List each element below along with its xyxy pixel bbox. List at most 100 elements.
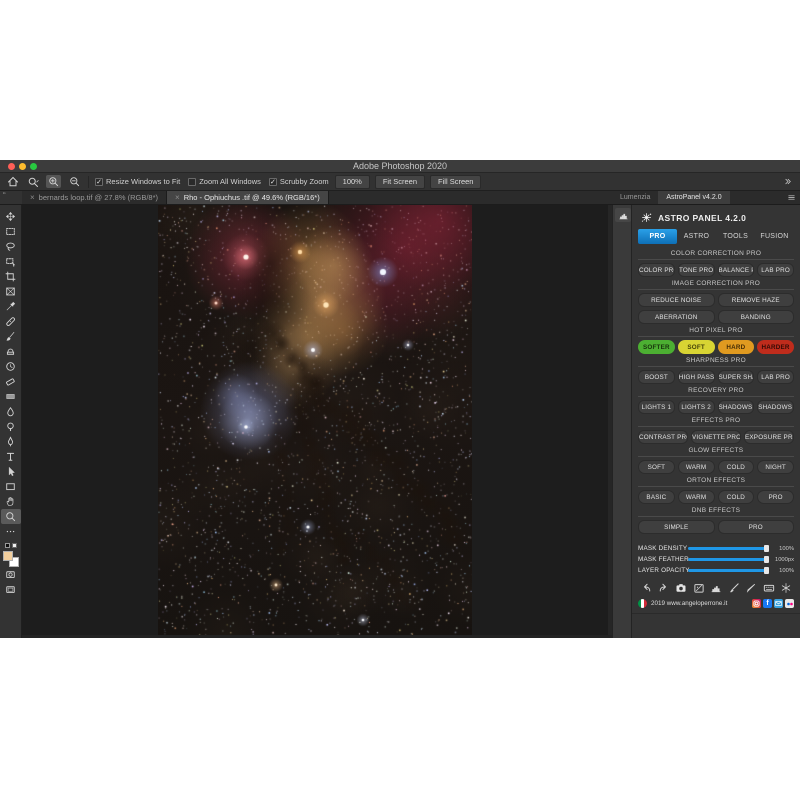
- checkbox-zoom-all-windows[interactable]: Zoom All Windows: [188, 177, 261, 186]
- shadows-2-button[interactable]: SHADOWS 2: [757, 400, 794, 414]
- rectangle-tool-icon[interactable]: [1, 479, 21, 494]
- type-tool-icon[interactable]: [1, 449, 21, 464]
- reduce-noise-button[interactable]: REDUCE NOISE: [638, 293, 715, 307]
- exposure-pro-button[interactable]: EXPOSURE PRO: [744, 430, 794, 444]
- screen-mode-icon[interactable]: [1, 582, 21, 597]
- search-tool-icon[interactable]: [26, 175, 40, 189]
- close-icon[interactable]: ×: [175, 193, 180, 202]
- zoom-tool-icon[interactable]: [1, 509, 21, 524]
- camera-icon[interactable]: [675, 582, 687, 594]
- super-sharp-button[interactable]: SUPER SHARP: [718, 370, 755, 384]
- simple-button[interactable]: SIMPLE: [638, 520, 715, 534]
- soft-button[interactable]: SOFT: [638, 460, 675, 474]
- mail-icon[interactable]: [774, 599, 783, 608]
- tab-fusion[interactable]: FUSION: [755, 229, 794, 244]
- fill-screen-button[interactable]: Fill Screen: [430, 175, 481, 189]
- zoom-out-icon[interactable]: [67, 175, 82, 188]
- pro-button[interactable]: PRO: [757, 490, 794, 504]
- collapse-panels-icon[interactable]: [780, 175, 794, 189]
- warm-button[interactable]: WARM: [678, 460, 715, 474]
- tab-astro[interactable]: ASTRO: [677, 229, 716, 244]
- blur-tool-icon[interactable]: [1, 404, 21, 419]
- lab-pro-button[interactable]: LAB PRO: [757, 370, 794, 384]
- color-pro-button[interactable]: COLOR PRO: [638, 263, 675, 277]
- slider-thumb[interactable]: [764, 567, 769, 574]
- slider-track[interactable]: [688, 558, 768, 561]
- slider-thumb[interactable]: [764, 556, 769, 563]
- panel-tab-astropanel-v4-2-0[interactable]: AstroPanel v4.2.0: [658, 191, 729, 204]
- history-brush-tool-icon[interactable]: [1, 359, 21, 374]
- warm-button[interactable]: WARM: [678, 490, 715, 504]
- aberration-button[interactable]: ABERRATION: [638, 310, 715, 324]
- dock-toggle[interactable]: “: [0, 191, 22, 204]
- website-link[interactable]: 2019 www.angeloperrone.it: [651, 600, 746, 607]
- slider-thumb[interactable]: [764, 545, 769, 552]
- marquee-tool-icon[interactable]: [1, 224, 21, 239]
- vignette-pro-button[interactable]: VIGNETTE PRO: [691, 430, 741, 444]
- crop-tool-icon[interactable]: [1, 269, 21, 284]
- eraser-tool-icon[interactable]: [1, 374, 21, 389]
- tone-pro-button[interactable]: TONE PRO: [678, 263, 715, 277]
- undo-icon[interactable]: [640, 582, 652, 594]
- remove-haze-button[interactable]: REMOVE HAZE: [718, 293, 795, 307]
- hand-tool-icon[interactable]: [1, 494, 21, 509]
- home-icon[interactable]: [6, 175, 20, 189]
- lab-pro-button[interactable]: LAB PRO: [757, 263, 794, 277]
- instagram-icon[interactable]: [752, 599, 761, 608]
- path-selection-tool-icon[interactable]: [1, 464, 21, 479]
- eyedropper-tool-icon[interactable]: [1, 299, 21, 314]
- dodge-tool-icon[interactable]: [1, 419, 21, 434]
- horizontal-scrollbar[interactable]: [22, 635, 612, 638]
- move-tool-icon[interactable]: [1, 209, 21, 224]
- checkbox-icon[interactable]: ✓: [95, 178, 103, 186]
- ellipsis-tool-icon[interactable]: [1, 524, 21, 539]
- quick-mask-icon[interactable]: [1, 567, 21, 582]
- checkbox-resize-windows-to-fit[interactable]: ✓Resize Windows to Fit: [95, 177, 180, 186]
- balance-pro-button[interactable]: BALANCE PRO: [718, 263, 755, 277]
- brush-tool-icon[interactable]: [1, 329, 21, 344]
- banding-button[interactable]: BANDING: [718, 310, 795, 324]
- brush-icon[interactable]: [728, 582, 740, 594]
- panel-tab-lumenzia[interactable]: Lumenzia: [612, 191, 658, 204]
- redo-icon[interactable]: [658, 582, 670, 594]
- vertical-scrollbar[interactable]: [608, 205, 612, 638]
- default-swap-colors-icon[interactable]: [5, 543, 17, 548]
- panel-menu-icon[interactable]: [787, 191, 800, 204]
- basic-button[interactable]: BASIC: [638, 490, 675, 504]
- facebook-icon[interactable]: f: [763, 599, 772, 608]
- document-canvas[interactable]: [158, 205, 472, 637]
- gradient-tool-icon[interactable]: [1, 389, 21, 404]
- adjust-icon[interactable]: [693, 582, 705, 594]
- checkbox-scrubby-zoom[interactable]: ✓Scrubby Zoom: [269, 177, 329, 186]
- object-selection-tool-icon[interactable]: [1, 254, 21, 269]
- contrast-pro-button[interactable]: CONTRAST PRO: [638, 430, 688, 444]
- cold-button[interactable]: COLD: [718, 490, 755, 504]
- night-button[interactable]: NIGHT: [757, 460, 794, 474]
- snowflake-icon[interactable]: [780, 582, 792, 594]
- lights-1-button[interactable]: LIGHTS 1: [638, 400, 675, 414]
- close-window-button[interactable]: [8, 163, 15, 170]
- pen-tool-icon[interactable]: [1, 434, 21, 449]
- harder-button[interactable]: HARDER: [757, 340, 794, 354]
- minimize-window-button[interactable]: [19, 163, 26, 170]
- flickr-icon[interactable]: [785, 599, 794, 608]
- pen-icon[interactable]: [745, 582, 757, 594]
- lights-2-button[interactable]: LIGHTS 2: [678, 400, 715, 414]
- high-pass-button[interactable]: HIGH PASS: [678, 370, 715, 384]
- keyboard-icon[interactable]: [763, 582, 775, 594]
- healing-brush-tool-icon[interactable]: [1, 314, 21, 329]
- checkbox-icon[interactable]: [188, 178, 196, 186]
- frame-tool-icon[interactable]: [1, 284, 21, 299]
- maximize-window-button[interactable]: [30, 163, 37, 170]
- close-icon[interactable]: ×: [30, 193, 35, 202]
- color-swatches[interactable]: [3, 551, 19, 567]
- tab-pro[interactable]: PRO: [638, 229, 677, 244]
- foreground-color-swatch[interactable]: [3, 551, 13, 561]
- lasso-tool-icon[interactable]: [1, 239, 21, 254]
- cold-button[interactable]: COLD: [718, 460, 755, 474]
- softer-button[interactable]: SOFTER: [638, 340, 675, 354]
- pro-button[interactable]: PRO: [718, 520, 795, 534]
- soft-button[interactable]: SOFT: [678, 340, 715, 354]
- slider-track[interactable]: [688, 569, 768, 572]
- zoom-100-button[interactable]: 100%: [335, 175, 370, 189]
